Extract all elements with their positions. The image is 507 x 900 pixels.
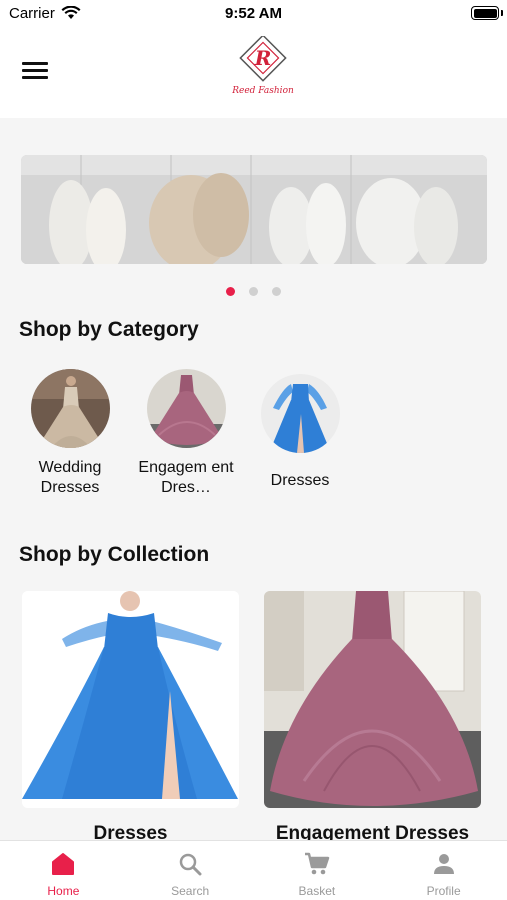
svg-text:R: R bbox=[254, 46, 272, 70]
tab-search[interactable]: Search bbox=[127, 841, 254, 900]
banner-carousel[interactable] bbox=[21, 155, 487, 264]
carousel-dot[interactable] bbox=[225, 287, 235, 296]
tab-label: Search bbox=[171, 884, 210, 898]
category-image bbox=[30, 369, 110, 448]
collection-image bbox=[264, 591, 481, 808]
tab-label: Profile bbox=[426, 884, 461, 898]
logo-diamond-icon: R bbox=[239, 34, 287, 82]
tab-home[interactable]: Home bbox=[0, 841, 127, 900]
collection-image bbox=[22, 591, 239, 808]
tab-profile[interactable]: Profile bbox=[380, 841, 507, 900]
tab-basket[interactable]: Basket bbox=[254, 841, 381, 900]
bottom-tab-bar: Home Search Basket Profile bbox=[0, 840, 507, 900]
carousel-dot[interactable] bbox=[272, 287, 282, 296]
battery-icon bbox=[471, 6, 499, 20]
category-label: Wedding Dresses bbox=[38, 459, 102, 496]
cart-icon bbox=[304, 852, 330, 875]
category-section-title: Shop by Category bbox=[19, 318, 199, 341]
collection-engagement-dresses[interactable]: Engagement Dresses bbox=[264, 591, 481, 844]
menu-button[interactable] bbox=[22, 62, 48, 80]
tab-label: Basket bbox=[298, 884, 336, 898]
search-icon bbox=[179, 853, 202, 876]
status-bar: Carrier 9:52 AM bbox=[0, 0, 507, 28]
brand-logo: R Reed Fashion bbox=[228, 34, 298, 100]
person-icon bbox=[433, 854, 454, 874]
hamburger-icon bbox=[22, 62, 48, 65]
carousel-dot[interactable] bbox=[249, 287, 258, 296]
category-dresses[interactable]: Dresses bbox=[250, 374, 350, 491]
category-engagement-dresses[interactable]: Engagem ent Dres… bbox=[136, 369, 236, 498]
collection-dresses[interactable]: Dresses bbox=[22, 591, 239, 844]
category-wedding-dresses[interactable]: Wedding Dresses bbox=[20, 369, 120, 498]
banner-image bbox=[21, 155, 487, 264]
category-label: Engagem ent Dres… bbox=[138, 459, 234, 496]
collection-section-title: Shop by Collection bbox=[19, 543, 210, 566]
carousel-indicator[interactable] bbox=[0, 283, 507, 301]
clock: 9:52 AM bbox=[225, 5, 282, 22]
home-icon bbox=[52, 853, 75, 875]
category-image bbox=[146, 369, 226, 448]
tab-label: Home bbox=[47, 884, 80, 898]
header: R Reed Fashion bbox=[0, 28, 507, 118]
logo-text: Reed Fashion bbox=[232, 86, 294, 96]
category-label: Dresses bbox=[270, 472, 330, 489]
category-image bbox=[260, 374, 340, 453]
